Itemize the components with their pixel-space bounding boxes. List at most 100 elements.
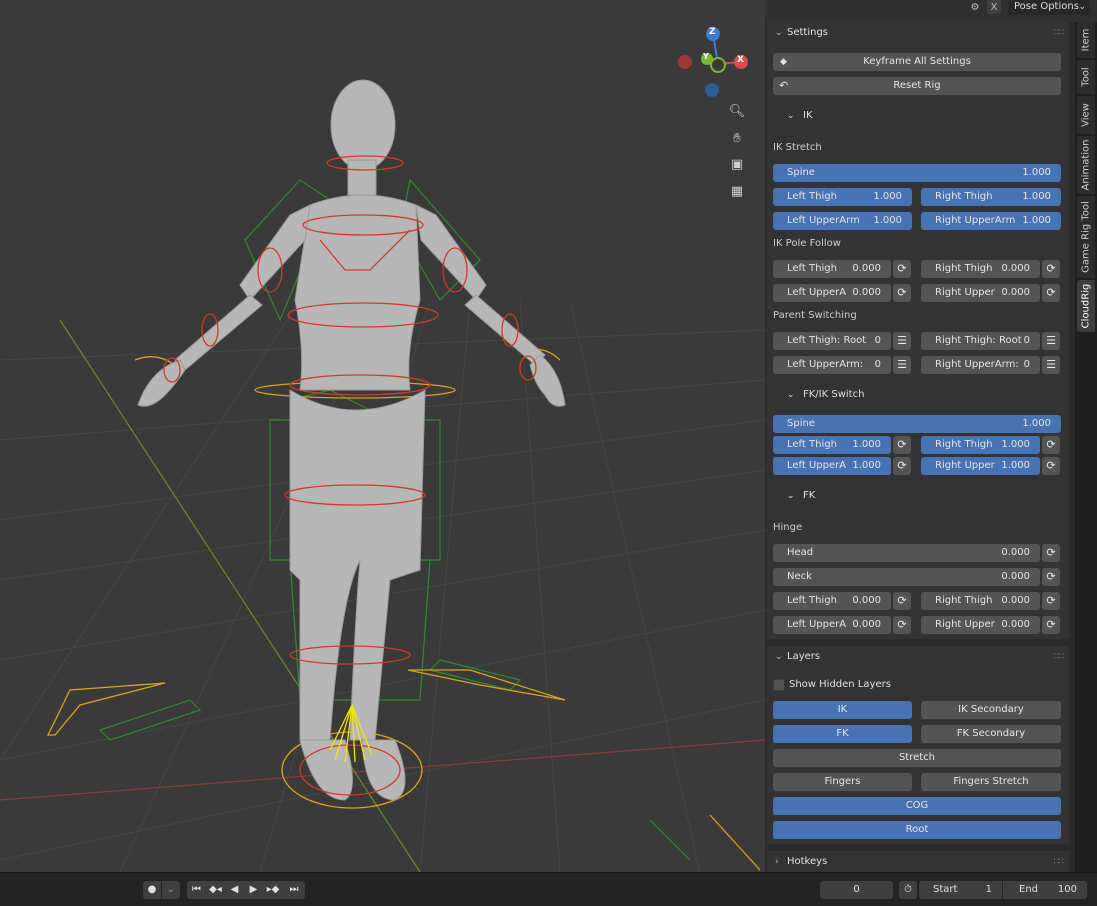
snap-cycle-icon[interactable]: ⟳ (1042, 284, 1060, 302)
parent-switch-right-upperarm-field[interactable]: Right UpperArm: 0 (921, 356, 1040, 374)
settings-panel-header[interactable]: ⌄ Settings ∷∷ (767, 22, 1069, 44)
layer-root-button[interactable]: Root (773, 821, 1061, 839)
show-hidden-layers-checkbox[interactable] (773, 679, 785, 691)
layer-fingers-button[interactable]: Fingers (773, 773, 912, 791)
pole-follow-right-upperarm-slider[interactable]: Right Upper 0.000 (921, 284, 1040, 302)
fk-subpanel-header[interactable]: ⌄ FK (767, 486, 1069, 506)
grid-ortho-icon[interactable]: ▦ (726, 180, 748, 202)
fkik-right-upperarm-slider[interactable]: Right Upper 1.000 (921, 457, 1040, 475)
tab-item[interactable]: Item (1077, 22, 1095, 58)
record-button[interactable]: ● (143, 881, 161, 899)
tab-game-rig-tool[interactable]: Game Rig Tool (1077, 196, 1095, 278)
tab-view[interactable]: View (1077, 96, 1095, 134)
jump-to-start-icon[interactable]: ⏮︎ (187, 881, 206, 899)
slider-value: 0.000 (1001, 595, 1030, 606)
fkik-subpanel-header[interactable]: ⌄ FK/IK Switch (767, 385, 1069, 405)
snap-cycle-icon[interactable]: ⟳ (893, 436, 911, 454)
drag-grip-icon[interactable]: ∷∷ (1054, 851, 1065, 872)
tab-cloudrig[interactable]: CloudRig (1077, 280, 1095, 332)
layer-fk-button[interactable]: FK (773, 725, 912, 743)
tab-animation[interactable]: Animation (1077, 136, 1095, 194)
ik-stretch-label: IK Stretch (773, 142, 822, 153)
keyframe-all-settings-button[interactable]: ◆ Keyframe All Settings (773, 53, 1061, 71)
pole-follow-right-thigh-slider[interactable]: Right Thigh 0.000 (921, 260, 1040, 278)
zoom-icon[interactable]: 🔍︎ (726, 100, 748, 122)
snap-cycle-icon[interactable]: ⟳ (893, 592, 911, 610)
hinge-right-upperarm-slider[interactable]: Right Upper 0.000 (921, 616, 1040, 634)
snap-cycle-icon[interactable]: ⟳ (893, 260, 911, 278)
snap-cycle-icon[interactable]: ⟳ (893, 616, 911, 634)
play-icon[interactable]: ▶ (244, 881, 263, 899)
3d-viewport[interactable]: Z X Y 🔍︎ ✋︎ ▣ ▦ (0, 0, 765, 872)
start-frame-field[interactable]: Start 1 (919, 881, 1002, 899)
hinge-right-thigh-slider[interactable]: Right Thigh 0.000 (921, 592, 1040, 610)
hinge-head-slider[interactable]: Head 0.000 (773, 544, 1040, 562)
fkik-right-thigh-slider[interactable]: Right Thigh 1.000 (921, 436, 1040, 454)
hinge-neck-slider[interactable]: Neck 0.000 (773, 568, 1040, 586)
reset-rig-label: Reset Rig (893, 80, 941, 91)
drag-grip-icon[interactable]: ∷∷ (1054, 22, 1065, 44)
navigation-gizmo[interactable]: Z X Y (670, 24, 760, 104)
fkik-spine-slider[interactable]: Spine 1.000 (773, 415, 1061, 433)
chevron-down-icon: ⌄ (1078, 2, 1086, 12)
snap-cycle-icon[interactable]: ⟳ (1042, 436, 1060, 454)
layer-ik-button[interactable]: IK (773, 701, 912, 719)
play-reverse-icon[interactable]: ◀ (225, 881, 244, 899)
slider-value: 1.000 (1022, 167, 1051, 178)
show-hidden-layers-label: Show Hidden Layers (789, 679, 891, 690)
axis-z-label: Z (709, 27, 716, 37)
ik-stretch-right-upperarm-slider[interactable]: Right UpperArm 1.000 (921, 212, 1061, 230)
snap-cycle-icon[interactable]: ⟳ (893, 457, 911, 475)
current-frame-field[interactable]: 0 (820, 881, 893, 899)
layer-fk-secondary-button[interactable]: FK Secondary (921, 725, 1061, 743)
pan-hand-icon[interactable]: ✋︎ (726, 127, 748, 149)
jump-to-end-icon[interactable]: ⏭︎ (283, 881, 305, 899)
options-icon[interactable]: ⚙ (968, 0, 982, 14)
pose-options-dropdown[interactable]: Pose Options ⌄ (1008, 0, 1090, 15)
snap-cycle-icon[interactable]: ⟳ (1042, 592, 1060, 610)
field-value: 0 (874, 335, 881, 346)
snap-cycle-icon[interactable]: ⟳ (1042, 544, 1060, 562)
tab-tool[interactable]: Tool (1077, 60, 1095, 94)
menu-list-icon[interactable]: ☰ (893, 332, 911, 350)
next-keyframe-icon[interactable]: ▸◆ (263, 881, 283, 899)
fkik-left-upperarm-slider[interactable]: Left UpperA 1.000 (773, 457, 891, 475)
layer-ik-secondary-button[interactable]: IK Secondary (921, 701, 1061, 719)
parent-switch-left-thigh-field[interactable]: Left Thigh: Root 0 (773, 332, 891, 350)
drag-grip-icon[interactable]: ∷∷ (1054, 646, 1065, 668)
menu-list-icon[interactable]: ☰ (893, 356, 911, 374)
hotkeys-panel-header[interactable]: › Hotkeys ∷∷ (767, 851, 1069, 872)
ik-stretch-right-thigh-slider[interactable]: Right Thigh 1.000 (921, 188, 1061, 206)
hinge-left-thigh-slider[interactable]: Left Thigh 0.000 (773, 592, 891, 610)
ik-stretch-left-thigh-slider[interactable]: Left Thigh 1.000 (773, 188, 912, 206)
parent-switch-left-upperarm-field[interactable]: Left UpperArm: 0 (773, 356, 891, 374)
layers-panel-header[interactable]: ⌄ Layers ∷∷ (767, 646, 1069, 668)
snap-cycle-icon[interactable]: ⟳ (1042, 457, 1060, 475)
fkik-left-thigh-slider[interactable]: Left Thigh 1.000 (773, 436, 891, 454)
camera-icon[interactable]: ▣ (726, 153, 748, 175)
layer-fingers-stretch-button[interactable]: Fingers Stretch (921, 773, 1061, 791)
snap-cycle-icon[interactable]: ⟳ (893, 284, 911, 302)
end-frame-field[interactable]: End 100 (1003, 881, 1087, 899)
parent-switch-right-thigh-field[interactable]: Right Thigh: Root 0 (921, 332, 1040, 350)
snap-cycle-icon[interactable]: ⟳ (1042, 616, 1060, 634)
prev-keyframe-icon[interactable]: ◆◂ (206, 881, 225, 899)
reset-rig-button[interactable]: ↶ Reset Rig (773, 77, 1061, 95)
hotkeys-panel: › Hotkeys ∷∷ (767, 851, 1069, 872)
ik-stretch-spine-slider[interactable]: Spine 1.000 (773, 164, 1061, 182)
slider-name: Spine (787, 418, 815, 429)
pole-follow-left-thigh-slider[interactable]: Left Thigh 0.000 (773, 260, 891, 278)
chevron-down-icon[interactable]: ⌄ (162, 881, 180, 899)
pole-follow-left-upperarm-slider[interactable]: Left UpperA 0.000 (773, 284, 891, 302)
stopwatch-icon[interactable]: ⏱︎ (899, 881, 917, 899)
snap-cycle-icon[interactable]: ⟳ (1042, 568, 1060, 586)
snap-cycle-icon[interactable]: ⟳ (1042, 260, 1060, 278)
menu-list-icon[interactable]: ☰ (1042, 356, 1060, 374)
layer-cog-button[interactable]: COG (773, 797, 1061, 815)
menu-list-icon[interactable]: ☰ (1042, 332, 1060, 350)
layer-stretch-button[interactable]: Stretch (773, 749, 1061, 767)
x-mirror-toggle[interactable]: X (987, 0, 1001, 14)
ik-subpanel-header[interactable]: ⌄ IK (767, 106, 1069, 126)
hinge-left-upperarm-slider[interactable]: Left UpperA 0.000 (773, 616, 891, 634)
ik-stretch-left-upperarm-slider[interactable]: Left UpperArm 1.000 (773, 212, 912, 230)
